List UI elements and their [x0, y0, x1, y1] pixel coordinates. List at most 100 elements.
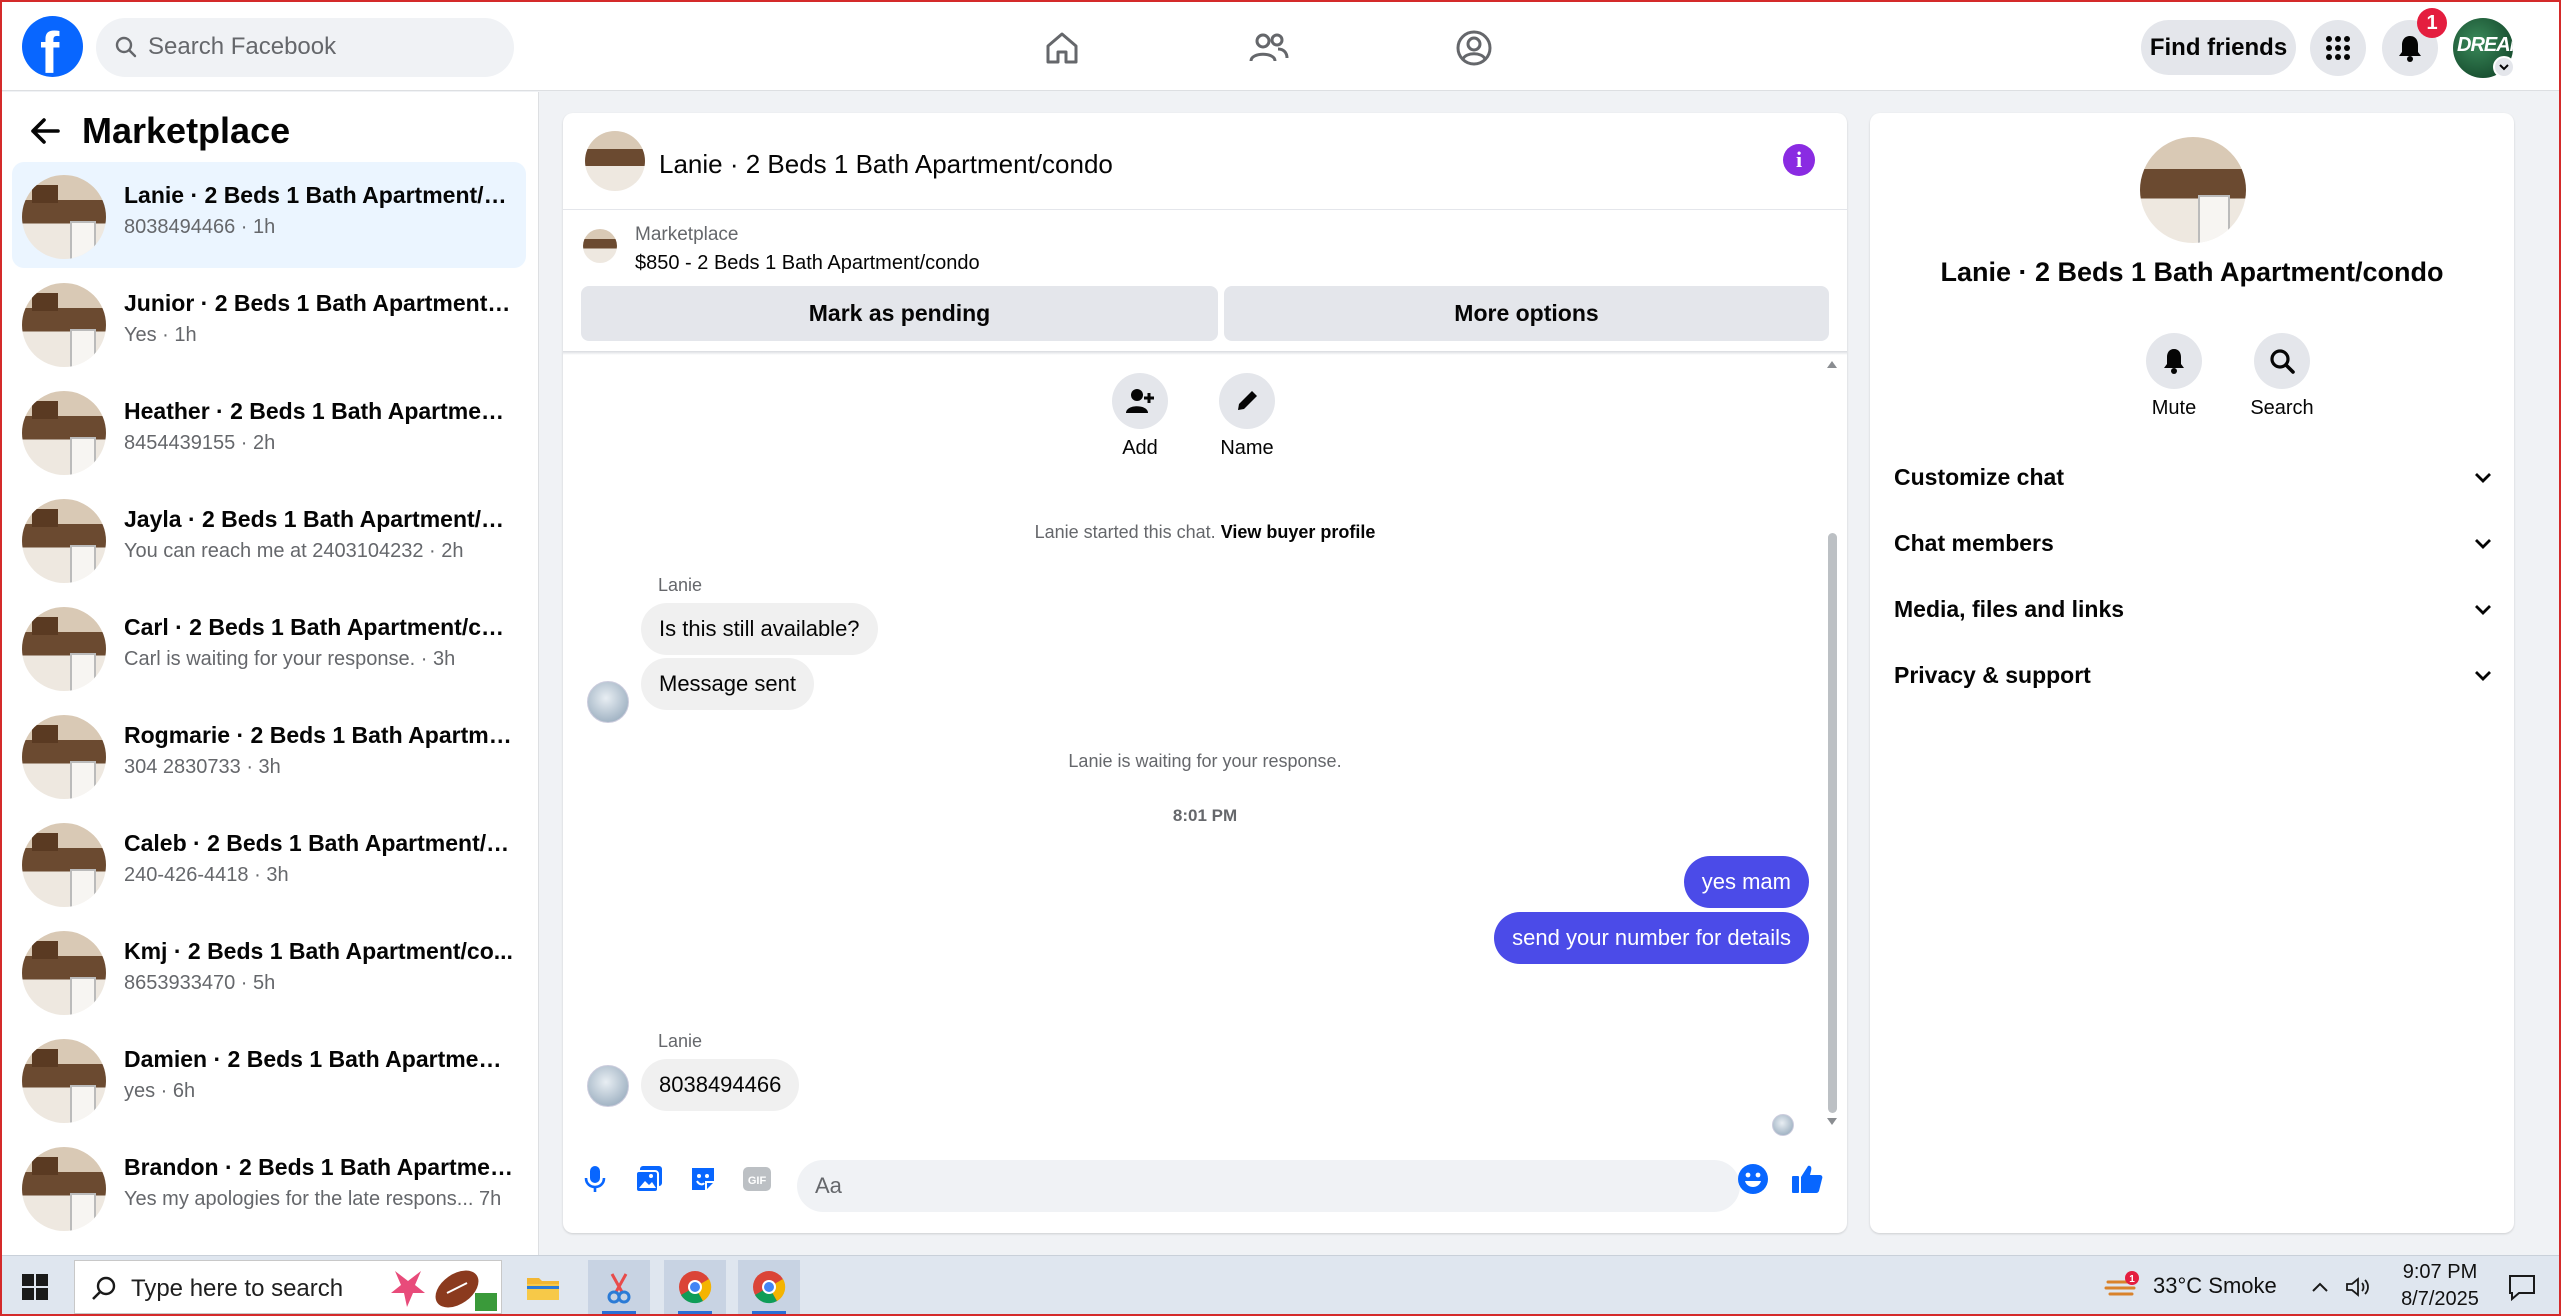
chat-title[interactable]: Lanie · 2 Beds 1 Bath Apartment/condo: [659, 149, 1113, 180]
top-navigation-bar: f Find friends 1 DREAM: [0, 0, 2561, 91]
volume-icon[interactable]: [2340, 1260, 2376, 1314]
conversation-title: Brandon · 2 Beds 1 Bath Apartmen...: [124, 1154, 514, 1180]
thumbs-up-icon[interactable]: [1789, 1161, 1825, 1197]
home-nav-icon[interactable]: [1034, 20, 1090, 76]
listing-large-thumbnail[interactable]: [2140, 137, 2246, 243]
chrome-profile-icon[interactable]: [738, 1260, 800, 1314]
chat-members-section[interactable]: Chat members: [1894, 515, 2494, 571]
conversation-preview: 8454439155 · 2h: [124, 432, 276, 454]
add-action[interactable]: Add: [1100, 373, 1180, 460]
chevron-down-icon: [2475, 671, 2491, 681]
page-title: Marketplace: [82, 110, 291, 151]
sender-avatar[interactable]: [587, 681, 629, 723]
conversation-preview: Carl is waiting for your response. · 3h: [124, 648, 456, 670]
incoming-message[interactable]: 8038494466: [641, 1059, 800, 1111]
conversation-item[interactable]: Kmj · 2 Beds 1 Bath Apartment/co... 8653…: [12, 918, 526, 1024]
listing-thumbnail: [22, 823, 106, 907]
taskbar-search-placeholder: Type here to search: [131, 1275, 344, 1302]
photo-gallery-icon[interactable]: [631, 1161, 667, 1197]
account-chevron-down-icon[interactable]: [2493, 56, 2515, 78]
gif-icon[interactable]: GIF: [739, 1161, 775, 1197]
microphone-icon[interactable]: [577, 1161, 613, 1197]
search-input[interactable]: [148, 28, 498, 66]
listing-thumbnail: [22, 175, 106, 259]
incoming-message[interactable]: Is this still available?: [641, 603, 878, 655]
profile-nav-icon[interactable]: [1446, 20, 1502, 76]
more-options-button[interactable]: More options: [1224, 286, 1829, 341]
listing-thumbnail: [22, 499, 106, 583]
emoji-icon[interactable]: [1735, 1161, 1771, 1197]
listing-thumbnail: [22, 715, 106, 799]
view-buyer-profile-link[interactable]: View buyer profile: [1221, 522, 1376, 542]
info-icon[interactable]: i: [1783, 144, 1815, 176]
notification-count-badge: 1: [2417, 8, 2447, 38]
conversation-preview: 8653933470 · 5h: [124, 972, 276, 994]
section-label: Customize chat: [1894, 463, 2064, 490]
listing-thumbnail: [22, 1039, 106, 1123]
windows-taskbar: Type here to search 1 33°C Smoke 9:07 PM…: [0, 1255, 2561, 1316]
sticker-icon[interactable]: [685, 1161, 721, 1197]
weather-text[interactable]: 33°C Smoke: [2153, 1273, 2277, 1299]
chat-details-panel: Lanie · 2 Beds 1 Bath Apartment/condo Mu…: [1870, 113, 2514, 1233]
search-action[interactable]: Search: [2242, 333, 2322, 420]
incoming-message[interactable]: Message sent: [641, 658, 814, 710]
friends-nav-icon[interactable]: [1240, 20, 1296, 76]
chrome-icon[interactable]: [664, 1260, 726, 1314]
weather-icon[interactable]: 1: [2092, 1260, 2154, 1314]
chevron-down-icon: [2475, 539, 2491, 549]
pencil-icon[interactable]: [1219, 373, 1275, 429]
windows-start-icon[interactable]: [4, 1260, 66, 1314]
bell-icon[interactable]: [2146, 333, 2202, 389]
conversation-item[interactable]: Carl · 2 Beds 1 Bath Apartment/co... Car…: [12, 594, 526, 700]
conversation-item[interactable]: Lanie · 2 Beds 1 Bath Apartment/c... 803…: [12, 162, 526, 268]
mute-action[interactable]: Mute: [2134, 333, 2214, 420]
sender-avatar[interactable]: [587, 1065, 629, 1107]
search-box[interactable]: [96, 18, 514, 77]
name-action[interactable]: Name: [1207, 373, 1287, 460]
conversation-item[interactable]: Jayla · 2 Beds 1 Bath Apartment/co... Yo…: [12, 486, 526, 592]
snipping-tool-icon[interactable]: [588, 1260, 650, 1314]
conversation-item[interactable]: Heather · 2 Beds 1 Bath Apartment... 845…: [12, 378, 526, 484]
outgoing-message[interactable]: send your number for details: [1494, 912, 1809, 964]
mark-as-pending-button[interactable]: Mark as pending: [581, 286, 1218, 341]
conversation-preview: Yes · 1h: [124, 324, 197, 346]
message-input[interactable]: [797, 1160, 1740, 1212]
weather-badge-count: 1: [2129, 1274, 2135, 1285]
chat-started-notice: Lanie started this chat. View buyer prof…: [563, 522, 1847, 543]
clock-date[interactable]: 8/7/2025: [2385, 1288, 2495, 1311]
chat-panel: Lanie · 2 Beds 1 Bath Apartment/condo i …: [563, 113, 1847, 1233]
find-friends-button[interactable]: Find friends: [2141, 20, 2296, 75]
outgoing-message[interactable]: yes mam: [1683, 856, 1809, 908]
conversation-item[interactable]: Junior · 2 Beds 1 Bath Apartment/c... Ye…: [12, 270, 526, 376]
listing-price-title[interactable]: $850 - 2 Beds 1 Bath Apartment/condo: [635, 252, 980, 275]
conversation-item[interactable]: Damien · 2 Beds 1 Bath Apartment... yes …: [12, 1026, 526, 1132]
tray-chevron-up-icon[interactable]: [2302, 1260, 2338, 1314]
conversation-title: Jayla · 2 Beds 1 Bath Apartment/co...: [124, 506, 514, 532]
privacy-support-section[interactable]: Privacy & support: [1894, 647, 2494, 703]
notification-center-icon[interactable]: [2498, 1260, 2546, 1314]
file-explorer-icon[interactable]: [512, 1260, 574, 1314]
back-arrow-icon[interactable]: [28, 116, 62, 151]
conversation-item[interactable]: Caleb · 2 Beds 1 Bath Apartment/c... 240…: [12, 810, 526, 916]
facebook-logo-icon[interactable]: f: [22, 16, 83, 86]
add-person-icon[interactable]: [1112, 373, 1168, 429]
media-files-links-section[interactable]: Media, files and links: [1894, 581, 2494, 637]
listing-thumbnail: [22, 1147, 106, 1231]
taskbar-search-box[interactable]: Type here to search: [74, 1260, 502, 1314]
menu-grid-icon[interactable]: [2310, 20, 2366, 76]
listing-thumbnail: [22, 391, 106, 475]
conversation-item[interactable]: Rogmarie · 2 Beds 1 Bath Apartme... 304 …: [12, 702, 526, 808]
waiting-notice: Lanie is waiting for your response.: [1068, 751, 1342, 771]
conversation-title: Carl · 2 Beds 1 Bath Apartment/co...: [124, 614, 514, 640]
clock-time[interactable]: 9:07 PM: [2385, 1261, 2495, 1284]
conversation-item[interactable]: Brandon · 2 Beds 1 Bath Apartmen... Yes …: [12, 1134, 526, 1240]
customize-chat-section[interactable]: Customize chat: [1894, 449, 2494, 505]
scroll-down-arrow-icon[interactable]: [1825, 1116, 1839, 1128]
sender-name: Lanie: [658, 575, 703, 595]
sender-name: Lanie: [658, 1031, 703, 1051]
search-icon[interactable]: [2254, 333, 2310, 389]
chat-listing-thumbnail[interactable]: [585, 131, 645, 191]
mute-label: Mute: [2151, 397, 2197, 419]
scroll-up-arrow-icon[interactable]: [1825, 358, 1839, 370]
scrollbar-thumb[interactable]: [1828, 533, 1837, 1113]
